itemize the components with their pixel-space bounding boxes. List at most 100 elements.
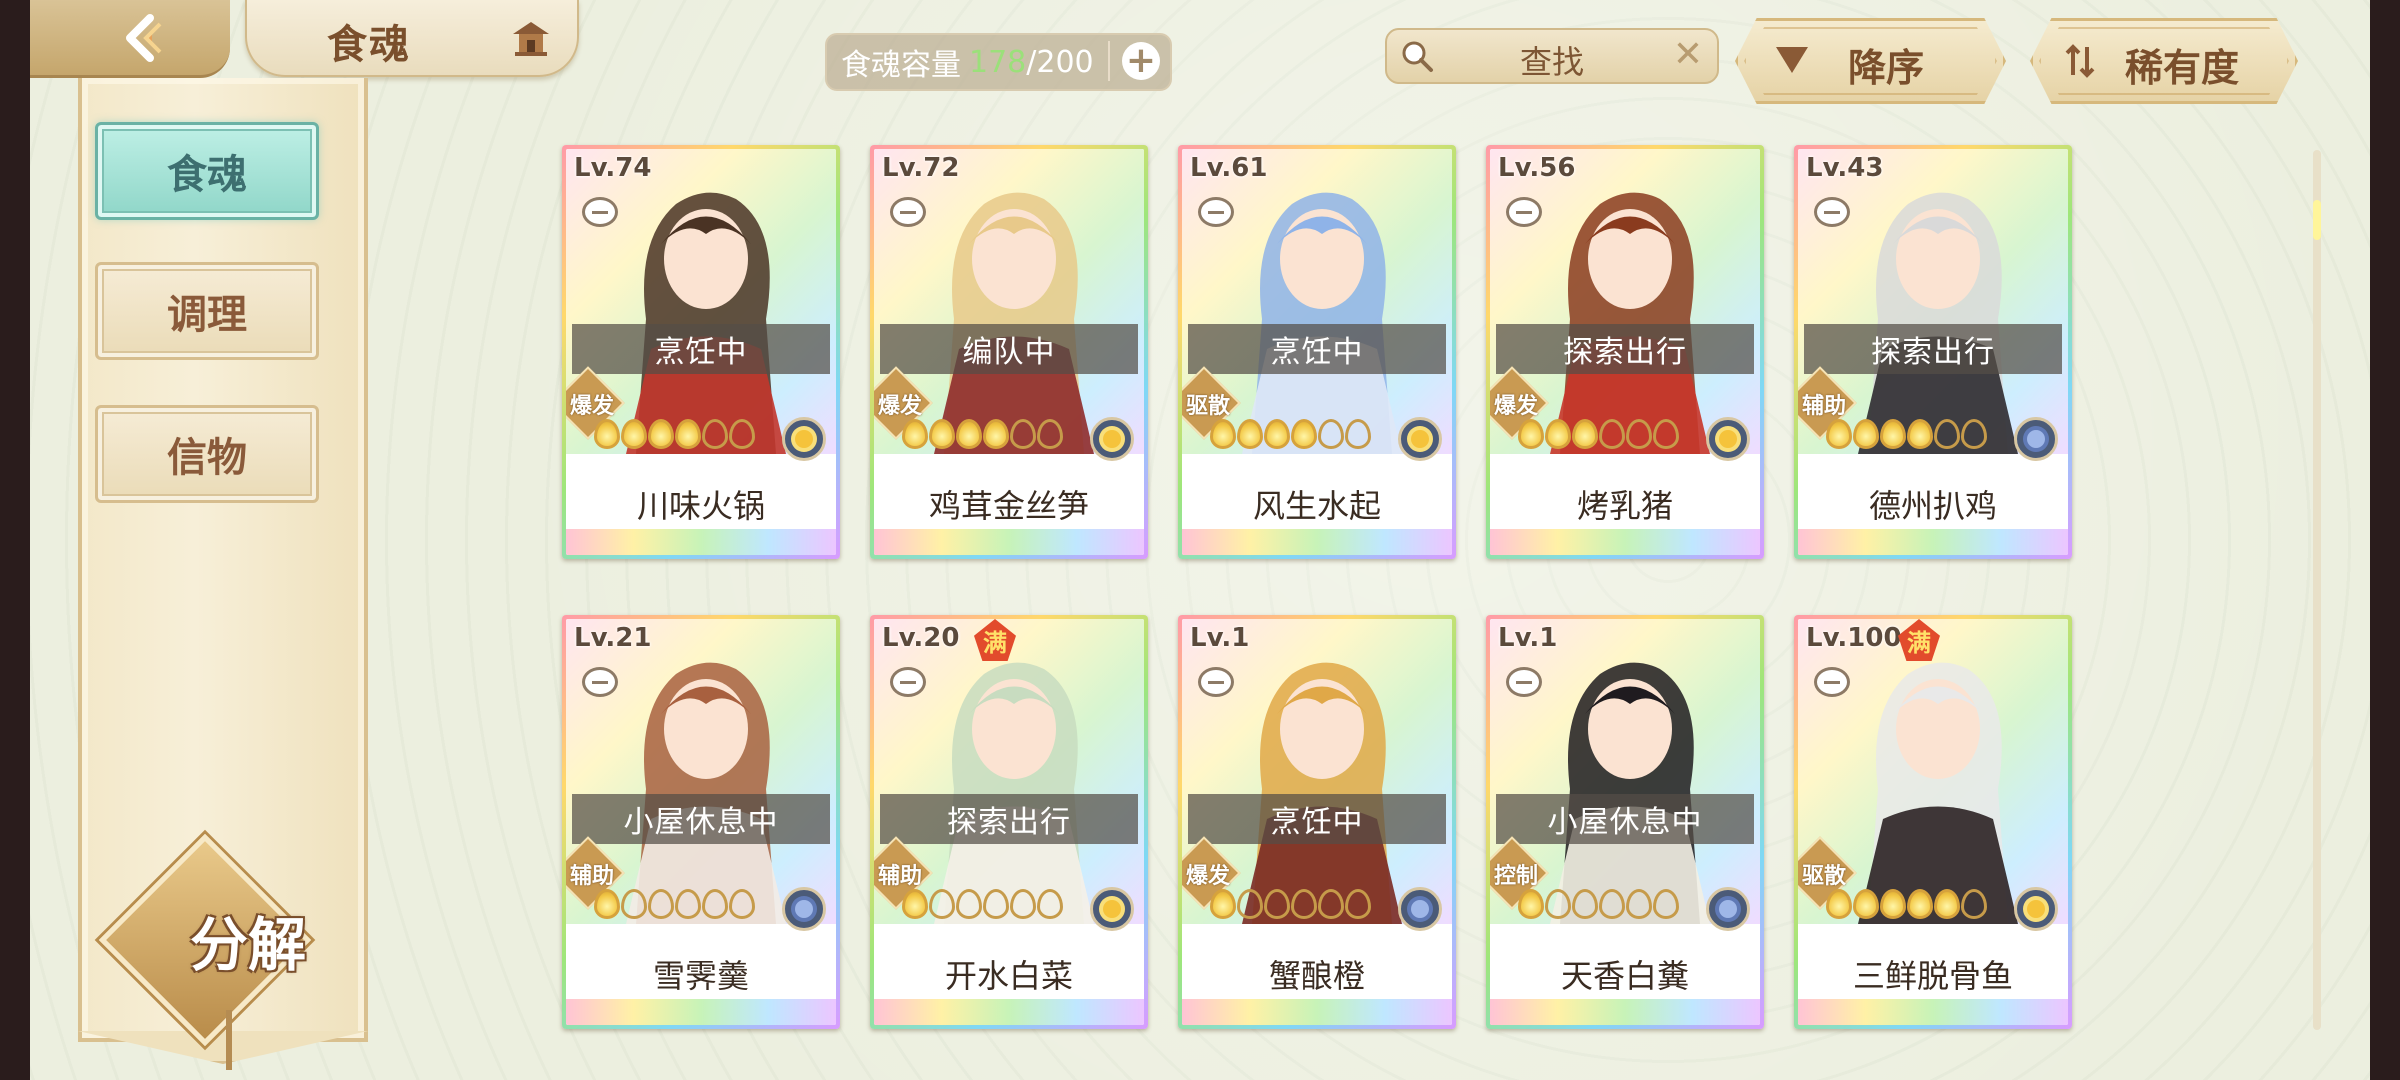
card-body: Lv.61 烹饪中 驱散 风生水起 — [1182, 149, 1452, 555]
role-label: 辅助 — [569, 864, 614, 889]
level-label: Lv.56 — [1498, 153, 1576, 183]
food-soul-name: 蟹酿橙 — [1268, 957, 1365, 995]
food-soul-card-6[interactable]: Lv.21 小屋休息中 辅助 雪霁羹 — [562, 615, 840, 1029]
food-soul-card-7[interactable]: Lv.20 满 探索出行 辅助 开水白菜 — [870, 615, 1148, 1029]
star-empty-icon — [1010, 889, 1036, 919]
status-bar: 探索出行 — [1496, 324, 1754, 374]
capacity-separator: / — [1026, 44, 1037, 80]
role-label: 辅助 — [1801, 394, 1846, 419]
star-filled-icon — [902, 419, 928, 449]
card-body: Lv.72 编队中 爆发 鸡茸金丝笋 — [874, 149, 1144, 555]
star-filled-icon — [1545, 419, 1571, 449]
star-empty-icon — [1010, 419, 1036, 449]
star-rating — [1210, 419, 1371, 449]
star-empty-icon — [1264, 889, 1290, 919]
element-icon — [1706, 887, 1750, 931]
status-bar: 探索出行 — [1804, 324, 2062, 374]
house-icon[interactable] — [509, 18, 553, 58]
role-label: 爆发 — [1185, 864, 1230, 889]
tassel-decoration — [226, 1010, 232, 1070]
lock-icon[interactable] — [1814, 197, 1850, 227]
star-filled-icon — [1880, 889, 1906, 919]
food-soul-card-8[interactable]: Lv.1 烹饪中 爆发 蟹酿橙 — [1178, 615, 1456, 1029]
food-soul-name: 风生水起 — [1252, 487, 1381, 525]
star-filled-icon — [621, 419, 647, 449]
lock-icon[interactable] — [582, 197, 618, 227]
card-body: Lv.43 探索出行 辅助 德州扒鸡 — [1798, 149, 2068, 555]
food-soul-card-5[interactable]: Lv.43 探索出行 辅助 德州扒鸡 — [1794, 145, 2072, 559]
sidebar-item-training[interactable]: 调理 — [95, 262, 319, 360]
capacity-current: 178 — [969, 44, 1027, 80]
star-filled-icon — [1572, 419, 1598, 449]
card-rainbow-trim — [874, 529, 1144, 555]
title-tab: 食魂 — [245, 0, 579, 77]
lock-icon[interactable] — [890, 667, 926, 697]
food-soul-card-10[interactable]: Lv.100 满 驱散 三鲜脱骨鱼 — [1794, 615, 2072, 1029]
role-label: 爆发 — [1493, 394, 1538, 419]
triangle-down-icon — [1776, 47, 1808, 73]
level-label: Lv.21 — [574, 623, 652, 653]
lock-icon[interactable] — [1506, 197, 1542, 227]
star-filled-icon — [648, 419, 674, 449]
add-capacity-button[interactable]: + — [1122, 42, 1160, 80]
food-soul-card-1[interactable]: Lv.74 烹饪中 爆发 川味火锅 — [562, 145, 840, 559]
lock-icon[interactable] — [1814, 667, 1850, 697]
food-soul-name: 鸡茸金丝笋 — [928, 487, 1089, 525]
capacity-label: 食魂容量 — [841, 48, 961, 83]
food-soul-card-4[interactable]: Lv.56 探索出行 爆发 烤乳猪 — [1486, 145, 1764, 559]
star-empty-icon — [1934, 419, 1960, 449]
star-empty-icon — [1291, 889, 1317, 919]
star-filled-icon — [1518, 419, 1544, 449]
close-icon[interactable]: ✕ — [1673, 34, 1703, 75]
food-soul-card-2[interactable]: Lv.72 编队中 爆发 鸡茸金丝笋 — [870, 145, 1148, 559]
star-filled-icon — [1237, 419, 1263, 449]
star-empty-icon — [1653, 889, 1679, 919]
food-soul-card-9[interactable]: Lv.1 小屋休息中 控制 天香白糞 — [1486, 615, 1764, 1029]
star-empty-icon — [929, 889, 955, 919]
star-empty-icon — [956, 889, 982, 919]
element-icon — [782, 887, 826, 931]
star-filled-icon — [1907, 419, 1933, 449]
card-rainbow-trim — [1182, 999, 1452, 1025]
star-rating — [902, 419, 1063, 449]
sort-rarity-button[interactable]: 稀有度 — [2030, 18, 2298, 104]
star-filled-icon — [1210, 889, 1236, 919]
sort-order-button[interactable]: 降序 — [1735, 18, 2006, 104]
star-rating — [1518, 419, 1679, 449]
star-filled-icon — [594, 419, 620, 449]
star-empty-icon — [675, 889, 701, 919]
star-empty-icon — [1037, 419, 1063, 449]
star-filled-icon — [1853, 419, 1879, 449]
food-soul-name: 川味火锅 — [636, 487, 765, 525]
star-filled-icon — [1907, 889, 1933, 919]
card-rainbow-trim — [1490, 529, 1760, 555]
star-empty-icon — [1237, 889, 1263, 919]
lock-icon[interactable] — [890, 197, 926, 227]
role-label: 辅助 — [877, 864, 922, 889]
food-soul-name: 天香白糞 — [1560, 957, 1689, 995]
lock-icon[interactable] — [1506, 667, 1542, 697]
search-field[interactable]: 查找 ✕ — [1385, 28, 1719, 84]
sidebar-item-food-soul[interactable]: 食魂 — [95, 122, 319, 220]
scroll-thumb[interactable] — [2313, 200, 2321, 240]
card-body: Lv.56 探索出行 爆发 烤乳猪 — [1490, 149, 1760, 555]
level-label: Lv.72 — [882, 153, 960, 183]
element-icon — [1398, 417, 1442, 461]
scrollbar[interactable] — [2313, 150, 2321, 1030]
star-empty-icon — [1599, 889, 1625, 919]
lock-icon[interactable] — [582, 667, 618, 697]
role-label: 爆发 — [877, 394, 922, 419]
decompose-label[interactable]: 分解 — [148, 898, 348, 982]
star-empty-icon — [1626, 889, 1652, 919]
food-soul-card-3[interactable]: Lv.61 烹饪中 驱散 风生水起 — [1178, 145, 1456, 559]
level-label: Lv.74 — [574, 153, 652, 183]
star-empty-icon — [1345, 419, 1371, 449]
back-button[interactable] — [116, 10, 176, 66]
card-rainbow-trim — [566, 999, 836, 1025]
lock-icon[interactable] — [1198, 667, 1234, 697]
lock-icon[interactable] — [1198, 197, 1234, 227]
sidebar-item-tokens[interactable]: 信物 — [95, 405, 319, 503]
page-title: 食魂 — [327, 21, 411, 68]
role-label: 驱散 — [1185, 394, 1230, 419]
star-filled-icon — [983, 419, 1009, 449]
